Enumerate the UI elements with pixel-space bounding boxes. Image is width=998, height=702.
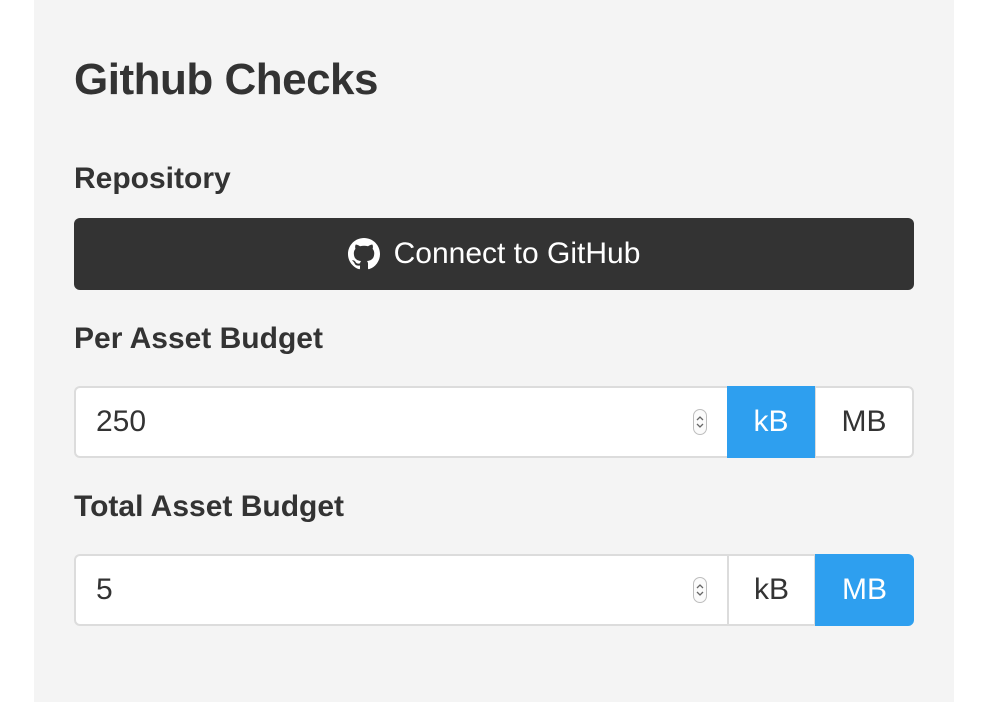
per-asset-budget-input[interactable] <box>76 388 676 456</box>
github-checks-panel: Github Checks Repository Connect to GitH… <box>34 0 954 702</box>
per-asset-budget-field <box>74 386 727 458</box>
per-asset-budget-label: Per Asset Budget <box>74 322 323 355</box>
total-asset-budget-field <box>74 554 727 626</box>
per-asset-budget-group: kB MB <box>74 386 914 458</box>
per-asset-unit-mb-button[interactable]: MB <box>815 386 914 458</box>
connect-github-label: Connect to GitHub <box>393 237 641 270</box>
total-asset-unit-mb-button[interactable]: MB <box>815 554 914 626</box>
per-asset-budget-spinner[interactable] <box>693 409 707 435</box>
repository-label: Repository <box>74 162 231 195</box>
total-asset-budget-spinner[interactable] <box>693 577 707 603</box>
spinner-arrows-icon <box>696 416 704 428</box>
total-asset-budget-input[interactable] <box>76 556 676 624</box>
connect-github-button[interactable]: Connect to GitHub <box>74 218 914 290</box>
total-asset-unit-kb-button[interactable]: kB <box>727 554 815 626</box>
per-asset-unit-kb-button[interactable]: kB <box>727 386 815 458</box>
total-asset-budget-label: Total Asset Budget <box>74 490 345 523</box>
spinner-arrows-icon <box>696 584 704 596</box>
total-asset-budget-group: kB MB <box>74 554 914 626</box>
github-icon <box>347 238 380 270</box>
page-title: Github Checks <box>74 55 379 104</box>
